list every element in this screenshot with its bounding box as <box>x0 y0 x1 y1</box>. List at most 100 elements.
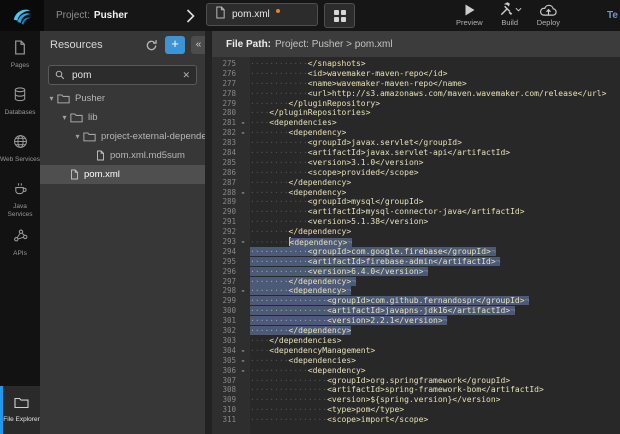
code-line-279[interactable]: 279········</pluginRepository> <box>212 99 620 109</box>
selection-highlight: ········<dependency>¬ <box>250 286 351 295</box>
fold-widget-icon[interactable]: - <box>236 346 250 356</box>
build-icon <box>498 2 522 17</box>
code-line-287[interactable]: 287········</dependency> <box>212 178 620 188</box>
indent-whitespace: ············ <box>250 247 308 256</box>
code-line-294[interactable]: 294············<groupId>com.google.fireb… <box>212 247 620 257</box>
code-line-296[interactable]: 296············<version>6.4.0</version>¬ <box>212 267 620 277</box>
code-line-301[interactable]: 301················<version>2.2.1</versi… <box>212 316 620 326</box>
code-line-308[interactable]: 308················<artifactId>spring-fr… <box>212 385 620 395</box>
code-line-290[interactable]: 290············<artifactId>mysql-connect… <box>212 207 620 217</box>
refresh-icon <box>145 39 158 52</box>
apps-grid-button[interactable] <box>324 3 355 28</box>
sidebar-item-file-explorer[interactable]: File Explorer <box>0 386 40 434</box>
indent-whitespace: ················ <box>250 415 327 424</box>
code-line-302[interactable]: 302········</dependency> <box>212 326 620 336</box>
sidebar-item-apis[interactable]: APIs <box>0 219 40 266</box>
code-line-298[interactable]: 298-········<dependency>¬ <box>212 286 620 296</box>
folder-icon <box>14 396 29 414</box>
code-text: <groupId>javax.servlet</groupId> <box>308 138 462 147</box>
eol-mark: ¬ <box>347 238 352 247</box>
code-text: <version>3.1.0</version> <box>308 158 424 167</box>
panel-divider[interactable] <box>205 31 212 434</box>
tab-pom-xml[interactable]: pom.xml <box>206 3 318 26</box>
sidebar-item-pages[interactable]: Pages <box>0 31 40 78</box>
code-line-293[interactable]: 293-········<dependency>¬ <box>212 237 620 247</box>
sidebar-item-databases[interactable]: Databases <box>0 78 40 125</box>
code-line-299[interactable]: 299················<groupId>com.github.f… <box>212 296 620 306</box>
sidebar-item-label: File Explorer <box>3 416 39 424</box>
code-line-297[interactable]: 297········</dependency>¬ <box>212 277 620 287</box>
code-line-307[interactable]: 307················<groupId>org.springfr… <box>212 376 620 386</box>
code-line-289[interactable]: 289············<groupId>mysql</groupId> <box>212 197 620 207</box>
code-line-278[interactable]: 278············<url>http://s3.amazonaws.… <box>212 89 620 99</box>
code-line-281[interactable]: 281-····<dependencies> <box>212 118 620 128</box>
code-line-291[interactable]: 291············<version>5.1.38</version> <box>212 217 620 227</box>
grid-icon <box>334 10 346 22</box>
code-line-277[interactable]: 277············<name>wavemaker-maven-rep… <box>212 79 620 89</box>
collapse-panel-button[interactable]: « <box>191 36 205 54</box>
add-resource-button[interactable]: + <box>165 36 185 54</box>
code-text: <groupId>org.springframework</groupId> <box>327 376 510 385</box>
deploy-button[interactable]: Deploy <box>537 2 560 27</box>
line-number: 284 <box>212 148 236 158</box>
code-line-295[interactable]: 295············<artifactId>firebase-admi… <box>212 257 620 267</box>
code-line-311[interactable]: 311················<scope>import</scope> <box>212 415 620 425</box>
truncated-top-label[interactable]: Te <box>607 10 618 21</box>
tree-item-project-external-dependencies[interactable]: ▾project-external-dependencies <box>40 127 205 146</box>
code-text: <version>5.1.38</version> <box>308 217 428 226</box>
fold-widget-icon[interactable]: - <box>236 237 250 247</box>
eol-mark: ¬ <box>423 267 428 276</box>
fold-widget-icon[interactable]: - <box>236 118 250 128</box>
code-text: <dependency> <box>289 286 347 295</box>
tree-item-pom-xml[interactable]: pom.xml <box>40 165 205 184</box>
play-icon <box>463 2 476 17</box>
tree-item-pom-xml-md5sum[interactable]: pom.xml.md5sum <box>40 146 205 165</box>
code-line-303[interactable]: 303····</dependencies> <box>212 336 620 346</box>
code-line-292[interactable]: 292········</dependency> <box>212 227 620 237</box>
caret-down-icon[interactable]: ▾ <box>59 113 70 122</box>
sidebar-item-web-services[interactable]: Web Services <box>0 125 40 172</box>
indent-whitespace: ········ <box>250 286 289 295</box>
selection-highlight: ········</dependency>¬ <box>250 277 356 286</box>
sidebar-item-java-services[interactable]: Java Services <box>0 172 40 219</box>
code-line-282[interactable]: 282-········<dependency> <box>212 128 620 138</box>
code-line-288[interactable]: 288-········<dependency> <box>212 188 620 198</box>
indent-whitespace: ················ <box>250 395 327 404</box>
caret-down-icon[interactable]: ▾ <box>72 132 83 141</box>
clear-search-icon[interactable]: ✕ <box>182 70 190 81</box>
code-line-285[interactable]: 285············<version>3.1.0</version> <box>212 158 620 168</box>
code-line-280[interactable]: 280····</pluginRepositories> <box>212 108 620 118</box>
preview-button[interactable]: Preview <box>456 2 483 27</box>
code-line-305[interactable]: 305-········<dependencies> <box>212 356 620 366</box>
code-line-286[interactable]: 286············<scope>provided</scope> <box>212 168 620 178</box>
fold-widget-icon[interactable]: - <box>236 286 250 296</box>
fold-widget-icon[interactable]: - <box>236 356 250 366</box>
fold-widget-icon[interactable]: - <box>236 188 250 198</box>
code-line-310[interactable]: 310················<type>pom</type> <box>212 405 620 415</box>
refresh-button[interactable] <box>143 37 159 53</box>
line-number: 307 <box>212 376 236 386</box>
fold-widget-icon[interactable]: - <box>236 366 250 376</box>
deploy-cloud-icon <box>539 2 558 17</box>
code-line-300[interactable]: 300 ················<artifactId>javapns-j… <box>212 306 620 316</box>
code-line-306[interactable]: 306-············<dependency> <box>212 366 620 376</box>
caret-down-icon[interactable]: ▾ <box>46 94 57 103</box>
code-line-304[interactable]: 304-····<dependencyManagement> <box>212 346 620 356</box>
code-line-309[interactable]: 309················<version>${spring.ver… <box>212 395 620 405</box>
code-line-275[interactable]: 275············</snapshots> <box>212 59 620 69</box>
code-line-283[interactable]: 283············<groupId>javax.servlet</g… <box>212 138 620 148</box>
selection-highlight: ················<artifactId>javapns-jdk1… <box>250 306 515 315</box>
code-area[interactable]: 275············</snapshots>276··········… <box>212 57 620 434</box>
code-line-284[interactable]: 284············<artifactId>javax.servlet… <box>212 148 620 158</box>
fold-widget-icon[interactable]: - <box>236 128 250 138</box>
indent-whitespace: ················ <box>250 405 327 414</box>
line-number: 304 <box>212 346 236 356</box>
code-text: <groupId>com.google.firebase</groupId> <box>308 247 491 256</box>
line-number: 300 <box>212 306 236 316</box>
build-button[interactable]: Build <box>498 2 522 27</box>
wavemaker-logo[interactable] <box>0 0 44 31</box>
tree-item-pusher[interactable]: ▾Pusher <box>40 89 205 108</box>
tree-item-lib[interactable]: ▾lib <box>40 108 205 127</box>
search-input[interactable] <box>70 69 177 82</box>
code-line-276[interactable]: 276············<id>wavemaker-maven-repo<… <box>212 69 620 79</box>
